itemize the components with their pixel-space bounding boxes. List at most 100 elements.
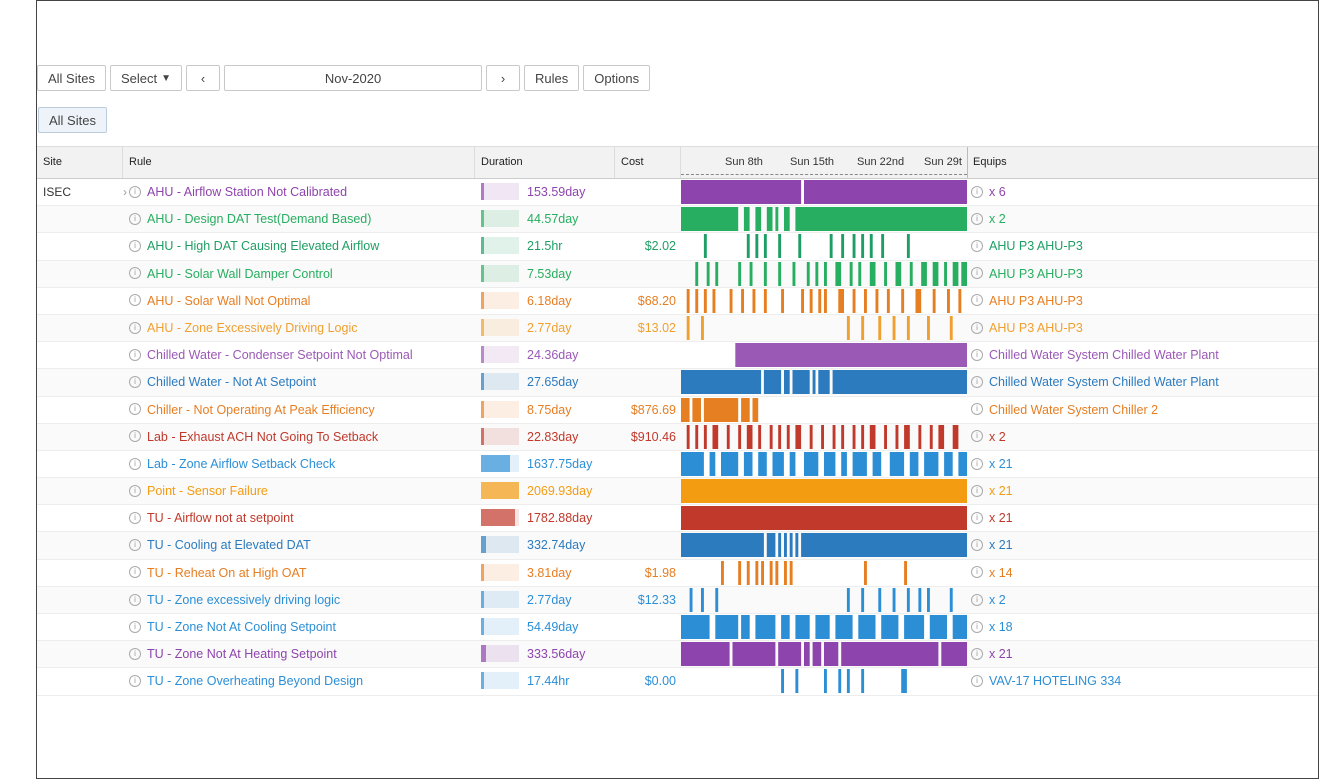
timeline-cell[interactable] — [681, 451, 967, 477]
timeline-segment[interactable] — [861, 587, 865, 612]
rule-cell[interactable]: i Lab - Zone Airflow Setback Check — [129, 451, 474, 477]
table-row[interactable]: i Chiller - Not Operating At Peak Efficie… — [37, 397, 1318, 424]
timeline-segment[interactable] — [778, 642, 802, 667]
equips-cell[interactable]: i x 18 — [971, 614, 1311, 640]
timeline-segment[interactable] — [952, 261, 959, 286]
table-row[interactable]: i AHU - Solar Wall Not Optimal 6.18day $68.… — [37, 288, 1318, 315]
equips-cell[interactable]: i AHU P3 AHU-P3 — [971, 261, 1311, 287]
timeline-segment[interactable] — [884, 424, 887, 449]
timeline-segment[interactable] — [904, 615, 925, 639]
timeline-cell[interactable] — [681, 369, 967, 395]
timeline-segment[interactable] — [695, 288, 699, 313]
timeline-segment[interactable] — [681, 207, 739, 232]
rule-cell[interactable]: i AHU - Solar Wall Damper Control — [129, 261, 474, 287]
timeline-segment[interactable] — [895, 424, 899, 449]
timeline-chart[interactable] — [681, 234, 967, 259]
timeline-segment[interactable] — [732, 642, 776, 667]
info-icon[interactable]: i — [129, 403, 141, 416]
info-icon[interactable]: i — [129, 348, 141, 361]
timeline-segment[interactable] — [895, 261, 902, 286]
equips-cell[interactable]: i x 2 — [971, 587, 1311, 613]
timeline-chart[interactable] — [681, 370, 967, 395]
timeline-cell[interactable] — [681, 478, 967, 504]
timeline-segment[interactable] — [795, 424, 802, 449]
timeline-segment[interactable] — [892, 587, 896, 612]
timeline-cell[interactable] — [681, 560, 967, 586]
timeline-segment[interactable] — [772, 451, 784, 476]
equips-value[interactable]: AHU P3 AHU-P3 — [989, 267, 1083, 281]
timeline-segment[interactable] — [881, 234, 885, 259]
equips-value[interactable]: x 2 — [989, 430, 1006, 444]
timeline-segment[interactable] — [824, 261, 827, 286]
timeline-segment[interactable] — [752, 397, 759, 422]
rule-name[interactable]: AHU - Airflow Station Not Calibrated — [147, 185, 347, 199]
timeline-chart[interactable] — [681, 451, 967, 476]
info-icon[interactable]: i — [971, 430, 983, 443]
rule-name[interactable]: AHU - High DAT Causing Elevated Airflow — [147, 239, 379, 253]
timeline-segment[interactable] — [712, 288, 716, 313]
timeline-segment[interactable] — [804, 451, 819, 476]
rule-cell[interactable]: i AHU - Zone Excessively Driving Logic — [129, 315, 474, 341]
timeline-segment[interactable] — [792, 370, 810, 395]
timeline-segment[interactable] — [812, 642, 822, 667]
timeline-segment[interactable] — [686, 315, 690, 340]
timeline-segment[interactable] — [952, 615, 967, 639]
timeline-segment[interactable] — [778, 424, 782, 449]
table-row[interactable]: i AHU - Design DAT Test(Demand Based) 44.5… — [37, 206, 1318, 234]
equips-cell[interactable]: i AHU P3 AHU-P3 — [971, 288, 1311, 314]
timeline-segment[interactable] — [861, 234, 865, 259]
timeline-segment[interactable] — [841, 234, 845, 259]
timeline-segment[interactable] — [944, 451, 953, 476]
table-row[interactable]: i AHU - High DAT Causing Elevated Airflow… — [37, 233, 1318, 261]
rule-cell[interactable]: i TU - Reheat On at High OAT — [129, 560, 474, 586]
timeline-segment[interactable] — [681, 180, 802, 204]
info-icon[interactable]: i — [129, 240, 141, 253]
equips-cell[interactable]: i x 14 — [971, 560, 1311, 586]
options-button[interactable]: Options — [583, 65, 651, 91]
timeline-segment[interactable] — [801, 533, 967, 558]
equips-value[interactable]: AHU P3 AHU-P3 — [989, 294, 1083, 308]
timeline-segment[interactable] — [906, 315, 910, 340]
info-icon[interactable]: i — [971, 457, 983, 470]
timeline-segment[interactable] — [798, 234, 802, 259]
table-row[interactable]: i TU - Zone Overheating Beyond Design 17.4… — [37, 668, 1318, 696]
timeline-cell[interactable] — [681, 641, 967, 667]
equips-cell[interactable]: i Chilled Water System Chilled Water Plan… — [971, 369, 1311, 395]
timeline-chart[interactable] — [681, 180, 967, 204]
timeline-cell[interactable] — [681, 233, 967, 259]
col-site[interactable]: Site — [37, 147, 123, 178]
timeline-cell[interactable] — [681, 587, 967, 613]
rule-cell[interactable]: i TU - Zone excessively driving logic — [129, 587, 474, 613]
timeline-segment[interactable] — [821, 424, 824, 449]
col-equips[interactable]: Equips — [967, 147, 1318, 178]
info-icon[interactable]: i — [129, 430, 141, 443]
timeline-segment[interactable] — [795, 615, 810, 639]
timeline-segment[interactable] — [924, 451, 939, 476]
timeline-cell[interactable] — [681, 179, 967, 205]
timeline-segment[interactable] — [835, 261, 842, 286]
timeline-segment[interactable] — [681, 370, 762, 395]
timeline-segment[interactable] — [884, 261, 887, 286]
timeline-segment[interactable] — [846, 669, 850, 694]
col-duration[interactable]: Duration — [475, 147, 615, 178]
rule-cell[interactable]: i Lab - Exhaust ACH Not Going To Setback — [129, 424, 474, 450]
timeline-segment[interactable] — [766, 533, 776, 558]
timeline-segment[interactable] — [789, 533, 793, 558]
info-icon[interactable]: i — [129, 593, 141, 606]
timeline-chart[interactable] — [681, 669, 967, 694]
all-sites-filter-tag[interactable]: All Sites — [38, 107, 107, 133]
rule-name[interactable]: Chilled Water - Condenser Setpoint Not O… — [147, 348, 413, 362]
timeline-segment[interactable] — [703, 234, 707, 259]
timeline-segment[interactable] — [686, 424, 690, 449]
timeline-segment[interactable] — [738, 560, 742, 585]
info-icon[interactable]: i — [971, 376, 983, 389]
timeline-segment[interactable] — [869, 424, 876, 449]
timeline-segment[interactable] — [709, 451, 716, 476]
equips-cell[interactable]: i x 2 — [971, 424, 1311, 450]
timeline-segment[interactable] — [695, 424, 699, 449]
timeline-segment[interactable] — [892, 315, 896, 340]
rule-name[interactable]: Chilled Water - Not At Setpoint — [147, 375, 316, 389]
table-row[interactable]: i Point - Sensor Failure 2069.93day i x 21 — [37, 478, 1318, 506]
timeline-cell[interactable] — [681, 505, 967, 531]
timeline-segment[interactable] — [915, 288, 922, 313]
